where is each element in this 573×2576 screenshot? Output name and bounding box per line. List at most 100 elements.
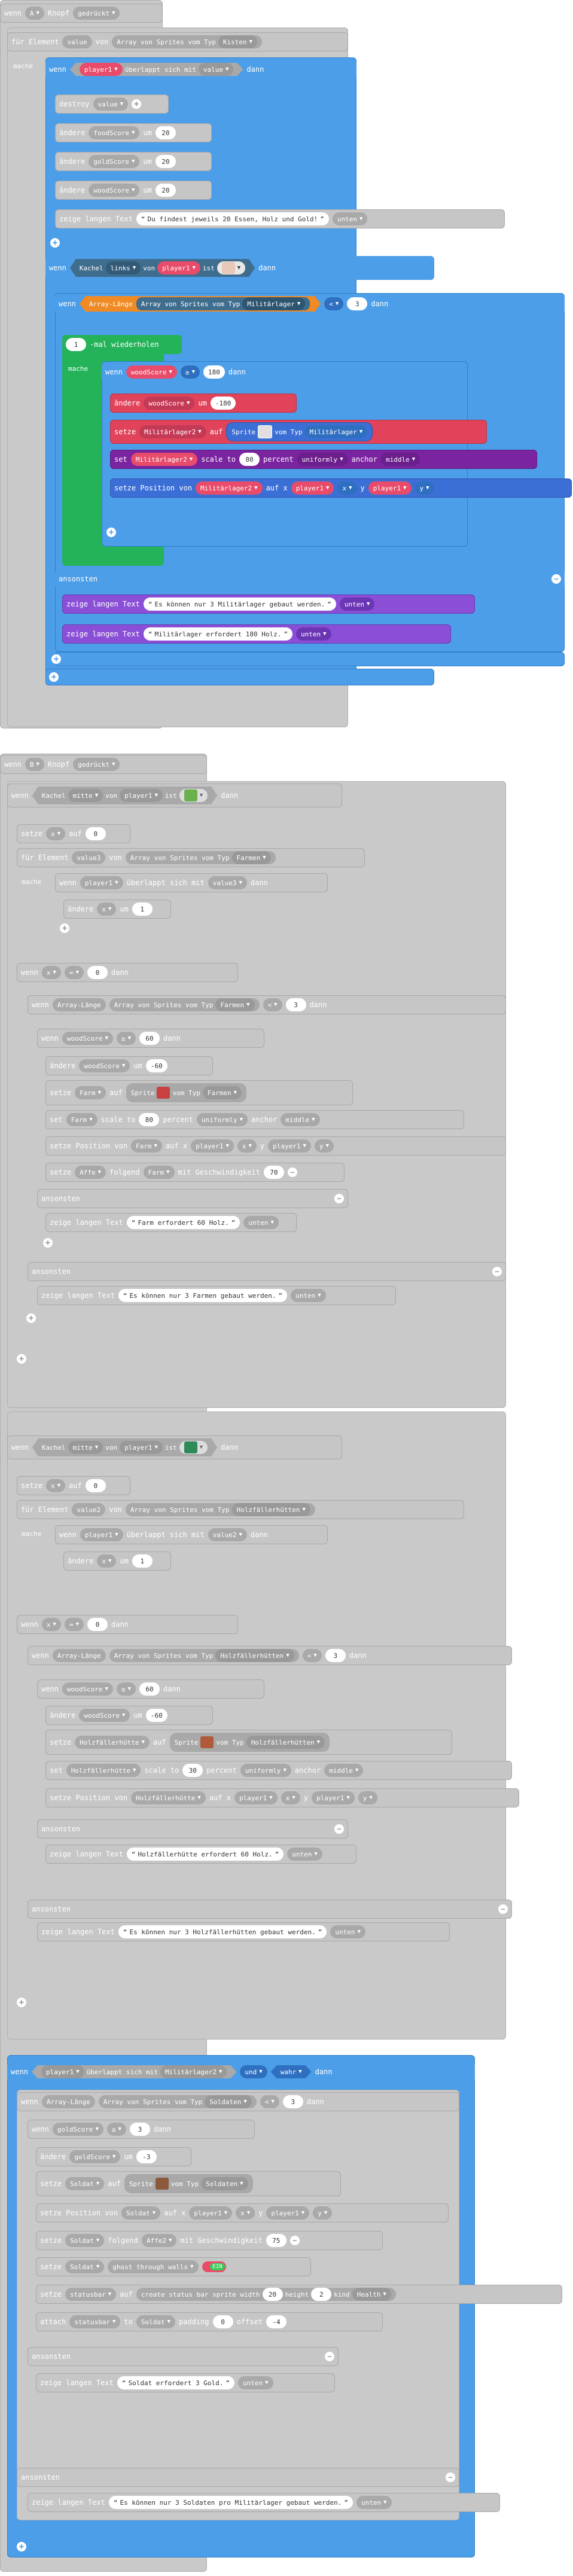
position-soldier[interactable]: setze Position von Soldat ▼ auf x player1… (36, 2203, 449, 2223)
overlap-condition[interactable]: player1 ▼ überlappt sich mit value ▼ (70, 63, 243, 76)
sprite-var[interactable]: player1 ▼ (80, 876, 123, 889)
change-gold-block[interactable]: ändere goldScore ▼ um 20 (55, 152, 212, 171)
change-gold[interactable]: ändere goldScore ▼ um -3 (36, 2147, 191, 2166)
add-icon[interactable]: + (106, 528, 116, 537)
array-type[interactable]: Array von Sprites vom Typ Militärlager ▼ (135, 296, 311, 312)
change-x2-block[interactable]: ändere x ▼ um 1 (63, 1551, 171, 1571)
remove-icon[interactable]: − (287, 1167, 297, 1177)
pos-dropdown[interactable]: unten ▼ (238, 2376, 273, 2389)
say-hut-limit[interactable]: zeige langen Text “Es können nur 3 Holzf… (37, 1922, 450, 1941)
ghost-toggle[interactable]: EIN (202, 2261, 226, 2272)
prop-dropdown[interactable]: y ▼ (414, 481, 434, 495)
remove-icon[interactable]: − (446, 2473, 455, 2482)
say-cost-block[interactable]: zeige langen Text “Militärlager erforder… (62, 624, 451, 644)
array-type[interactable]: Array von Sprites vom Typ Soldaten ▼ (98, 2095, 257, 2108)
sprite-var[interactable]: player1 ▼ (191, 1139, 234, 1153)
tile-condition[interactable]: Kachel mitte ▼ von player1 ▼ ist ▼ (32, 786, 217, 804)
var-dropdown[interactable]: Holzfällerhütte ▼ (131, 1791, 206, 1804)
remove-icon[interactable]: − (498, 1904, 508, 1914)
mode-dropdown[interactable]: uniformly ▼ (297, 453, 348, 466)
var-dropdown[interactable]: Affe ▼ (75, 1166, 106, 1179)
follow-farm[interactable]: setze Affe ▼ folgend Farm ▼ mit Geschwindi… (45, 1163, 345, 1182)
add-icon[interactable]: + (17, 2542, 26, 2551)
type-dropdown[interactable]: Soldaten ▼ (201, 2177, 248, 2190)
array-type[interactable]: Array von Sprites vom Typ Holzfällerhütte… (125, 1503, 315, 1516)
target-dropdown[interactable]: Farm ▼ (143, 1166, 175, 1179)
prop-dropdown[interactable]: x ▼ (237, 1139, 257, 1153)
pos-dropdown[interactable]: unten ▼ (332, 212, 368, 225)
add-icon[interactable]: + (51, 654, 61, 664)
position-block[interactable]: setze Position von Militärlager2 ▼ auf x … (110, 478, 572, 498)
foreach-header[interactable]: für Element value von Array von Sprites … (7, 32, 348, 51)
remove-icon[interactable]: − (334, 1824, 344, 1834)
var-dropdown[interactable]: woodScore ▼ (144, 397, 195, 410)
var-dropdown[interactable]: x ▼ (46, 1479, 66, 1492)
scale-farm[interactable]: set Farm ▼ scale to 80 percent uniformly ▼… (45, 1110, 464, 1129)
anchor-dropdown[interactable]: middle ▼ (281, 1113, 320, 1126)
tile-condition[interactable]: Kachel links ▼ von player1 ▼ ist ▼ (70, 259, 255, 277)
if-hut-count[interactable]: wenn Array-Länge Array von Sprites vom T… (28, 1646, 512, 1665)
mode-dropdown[interactable]: uniformly ▼ (196, 1113, 248, 1126)
number-input[interactable]: 80 (139, 1113, 160, 1126)
kind-dropdown[interactable]: Health ▼ (352, 2288, 391, 2301)
var-dropdown[interactable]: woodScore ▼ (79, 1709, 130, 1722)
remove-icon[interactable]: − (551, 574, 561, 584)
dir-dropdown[interactable]: mitte ▼ (68, 789, 103, 802)
number-input[interactable]: 3 (325, 1649, 346, 1662)
else-gold[interactable]: ansonsten − (28, 2347, 339, 2366)
if-overlap-farm[interactable]: wenn player1 ▼ überlappt sich mit value3 ▼… (55, 873, 328, 892)
sprite-var[interactable]: value2 ▼ (208, 1528, 247, 1541)
type-dropdown[interactable]: Soldaten ▼ (205, 2095, 252, 2108)
remove-icon[interactable]: − (289, 2236, 300, 2245)
var-dropdown[interactable]: Farm ▼ (75, 1086, 106, 1099)
array-type[interactable]: Array von Sprites vom Typ Kisten ▼ (112, 35, 263, 48)
add-icon[interactable]: + (26, 1313, 36, 1323)
add-icon[interactable]: + (43, 1238, 53, 1248)
var-dropdown[interactable]: Soldat ▼ (121, 2206, 161, 2220)
pos-dropdown[interactable]: unten ▼ (243, 1216, 279, 1229)
say-soldier-limit[interactable]: zeige langen Text “Es können nur 3 Solda… (28, 2493, 500, 2512)
hut-sprite-icon[interactable] (200, 1736, 214, 1748)
text-input[interactable]: “Es können nur 3 Holzfällerhütten gebaut… (118, 1925, 327, 1938)
number-input[interactable]: 75 (266, 2234, 286, 2247)
text-input[interactable]: “Farm erfordert 60 Holz.” (126, 1216, 240, 1229)
set-farm-sprite[interactable]: setze Farm ▼ auf Sprite vom Typ Farmen ▼ (45, 1080, 353, 1105)
foreach-farm-header[interactable]: für Element value3 von Array von Sprites… (17, 848, 365, 867)
sprite-var[interactable]: player1 ▼ (189, 2206, 233, 2220)
number-input[interactable]: 0 (87, 1618, 108, 1631)
else-hut-count[interactable]: ansonsten − (28, 1900, 512, 1919)
op-dropdown[interactable]: = ▼ (64, 1618, 84, 1631)
var-dropdown[interactable]: statusbar ▼ (65, 2288, 117, 2301)
number-input[interactable]: 3 (285, 998, 306, 1011)
pos-dropdown[interactable]: unten ▼ (356, 2496, 392, 2509)
pos-dropdown[interactable]: unten ▼ (291, 1289, 326, 1302)
add-icon[interactable]: + (17, 1354, 26, 1364)
if-overlap-header[interactable]: wenn player1 ▼ überlappt sich mit value ▼ … (45, 60, 356, 79)
pos-dropdown[interactable]: unten ▼ (296, 627, 331, 641)
type-dropdown[interactable]: Holzfällerhütten ▼ (215, 1649, 294, 1662)
set-x2-block[interactable]: setze x ▼ auf 0 (17, 1476, 130, 1495)
var-value[interactable]: value3 (72, 851, 106, 864)
set-x-block[interactable]: setze x ▼ auf 0 (17, 824, 130, 843)
say-hut-cost[interactable]: zeige langen Text “Holzfällerhütte erfor… (45, 1845, 356, 1864)
number-input[interactable]: 3 (282, 2095, 303, 2108)
sprite-creator[interactable]: Sprite vom Typ Holzfällerhütten ▼ (169, 1733, 330, 1752)
sprite-var[interactable]: player1 ▼ (41, 2065, 84, 2078)
sprite-var[interactable]: player1 ▼ (312, 1791, 355, 1804)
number-input[interactable]: 0 (87, 966, 108, 979)
add-icon[interactable]: + (132, 99, 142, 109)
change-wood-block[interactable]: ändere woodScore ▼ um 20 (55, 181, 212, 200)
remove-icon[interactable]: − (325, 2352, 334, 2361)
pos-dropdown[interactable]: unten ▼ (287, 1848, 322, 1861)
add-icon[interactable]: + (50, 238, 60, 248)
text-input[interactable]: “Soldat erfordert 3 Gold.” (117, 2376, 235, 2389)
var-dropdown[interactable]: x ▼ (41, 1618, 61, 1631)
number-input[interactable]: 3 (129, 2123, 150, 2136)
var-dropdown[interactable]: x ▼ (97, 1554, 117, 1568)
if-wood-farm[interactable]: wenn woodScore ▼ ≥ ▼ 60 dann (37, 1029, 264, 1048)
sprite-var[interactable]: player1 ▼ (157, 261, 200, 275)
type-dropdown[interactable]: Holzfällerhütten ▼ (231, 1503, 310, 1516)
anchor-dropdown[interactable]: middle ▼ (380, 453, 420, 466)
tile-picker[interactable]: ▼ (217, 261, 245, 275)
event-b-header[interactable]: wenn B ▼ Knopf gedrückt ▼ (0, 755, 207, 774)
